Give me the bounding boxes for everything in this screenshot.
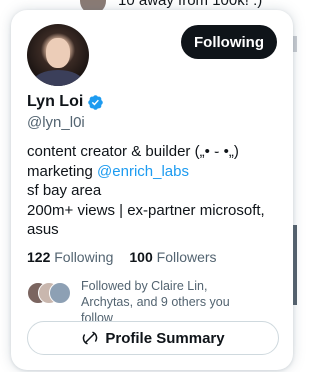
verified-badge-icon [88,94,104,110]
name-row: Lyn Loi [27,93,104,111]
bio-text: marketing [27,162,98,180]
mutual-avatars [27,282,71,304]
followers-count: 100 [129,249,153,265]
mutual-avatar [49,282,71,304]
followed-by-row[interactable]: Followed by Claire Lin, Archytas, and 9 … [27,278,251,326]
avatar-face [46,38,70,68]
following-count: 122 [27,249,51,265]
user-handle[interactable]: @lyn_l0i [27,114,85,131]
grok-icon [83,331,98,345]
bio-line: marketing @enrich_labs [27,162,285,182]
bio-line: 200m+ views | ex-partner microsoft, [27,201,265,219]
profile-hover-card: Following Lyn Loi @lyn_l0i content creat… [11,10,293,370]
avatar[interactable] [27,24,89,86]
avatar-shirt [33,70,83,86]
bio: content creator & builder („• ֊ •„) mark… [27,142,285,240]
bio-line: content creator & builder („• ֊ •„) [27,143,239,160]
following-label: Following [54,249,114,265]
following-stat[interactable]: 122 Following [27,249,113,265]
display-name[interactable]: Lyn Loi [27,93,83,111]
follow-stats: 122 Following 100 Followers [27,249,217,265]
followers-stat[interactable]: 100 Followers [129,249,216,265]
profile-summary-label: Profile Summary [105,329,225,347]
bio-location: sf bay area [27,182,102,199]
profile-summary-button[interactable]: Profile Summary [27,321,279,355]
followers-label: Followers [156,249,217,265]
background-post-text: 10 away from 100k! :) [118,0,263,9]
mention-link[interactable]: @enrich_labs [97,163,189,180]
bio-line: asus [27,221,59,238]
followed-by-text: Followed by Claire Lin, Archytas, and 9 … [81,279,230,325]
following-button[interactable]: Following [181,25,277,59]
